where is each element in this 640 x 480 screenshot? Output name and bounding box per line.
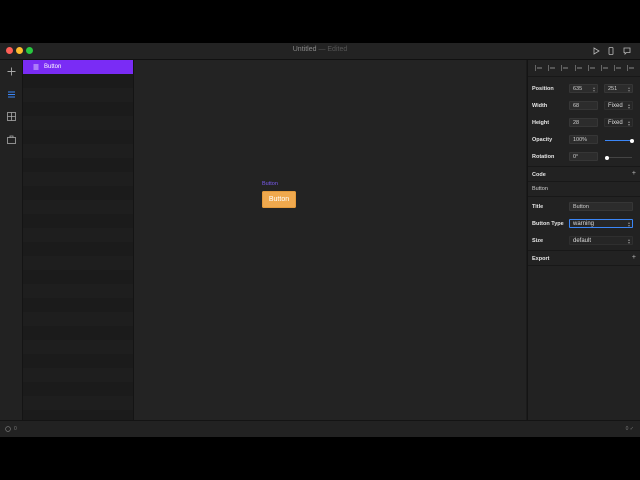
layers-panel: Button	[23, 60, 134, 420]
opacity-input[interactable]: 100%	[569, 135, 598, 144]
prop-size-select[interactable]: default ▴ ▾	[569, 236, 633, 245]
opacity-slider-handle[interactable]	[630, 138, 634, 143]
add-export-plus-icon[interactable]: +	[632, 254, 636, 261]
position-x-value: 635	[573, 85, 583, 92]
rotation-input[interactable]: 0°	[569, 152, 598, 161]
app-window: Untitled — Edited Button Button Button P…	[0, 43, 640, 437]
width-label: Width	[532, 103, 548, 109]
prop-type-label: Button Type	[532, 221, 564, 227]
divider	[528, 250, 640, 251]
title-bar: Untitled — Edited	[0, 43, 640, 60]
stepper-icon[interactable]: ▴ ▾	[628, 86, 630, 93]
height-mode-value: Fixed	[608, 119, 623, 126]
prop-size-label: Size	[532, 238, 544, 244]
position-label: Position	[532, 86, 554, 92]
width-mode-value: Fixed	[608, 102, 623, 109]
layer-item-label: Button	[44, 64, 62, 70]
opacity-label: Opacity	[532, 137, 553, 143]
design-canvas[interactable]: Button Button	[134, 60, 526, 420]
align-right-icon[interactable]	[561, 65, 569, 71]
align-middle-icon[interactable]	[588, 65, 596, 71]
warning-count: 0	[14, 426, 17, 432]
prop-title-value: Button	[573, 203, 589, 210]
position-y-value: 251	[608, 85, 618, 92]
code-section-label: Code	[532, 172, 546, 178]
error-count: 0	[625, 426, 629, 432]
comment-icon[interactable]	[621, 45, 633, 57]
component-name: Button	[532, 186, 548, 192]
window-title: Untitled — Edited	[0, 46, 640, 53]
stepper-icon[interactable]: ▴ ▾	[593, 86, 595, 93]
align-left-icon[interactable]	[535, 65, 543, 71]
warning-count-icon	[5, 426, 11, 432]
add-code-plus-icon[interactable]: +	[632, 170, 636, 177]
position-x-input[interactable]: 635 ▴ ▾	[569, 84, 598, 93]
opacity-slider[interactable]	[605, 138, 634, 143]
distribute-h-icon[interactable]	[614, 65, 622, 71]
rotation-label: Rotation	[532, 154, 555, 160]
plus-icon[interactable]	[5, 65, 17, 77]
height-label: Height	[532, 120, 550, 126]
check-icon: ✓	[629, 426, 634, 432]
distribute-v-icon[interactable]	[627, 65, 635, 71]
rotation-slider[interactable]	[605, 155, 632, 160]
align-center-h-icon[interactable]	[548, 65, 556, 71]
chevron-updown-icon: ▴ ▾	[627, 119, 630, 127]
chevron-updown-icon: ▴ ▾	[627, 102, 630, 110]
chevron-updown-icon: ▴ ▾	[627, 220, 630, 228]
height-value: 28	[573, 119, 580, 126]
layer-item-button[interactable]: Button	[23, 60, 133, 74]
status-left: 0	[5, 426, 17, 432]
rotation-slider-handle[interactable]	[605, 155, 609, 160]
canvas-button[interactable]: Button	[262, 191, 296, 208]
list-icon	[33, 64, 40, 71]
opacity-slider-fill	[605, 140, 632, 141]
document-name: Untitled	[292, 46, 317, 53]
width-input[interactable]: 68	[569, 101, 598, 110]
briefcase-icon[interactable]	[5, 133, 17, 145]
chevron-updown-icon: ▴ ▾	[627, 237, 630, 245]
phone-icon[interactable]	[605, 45, 617, 57]
prop-title-input[interactable]: Button	[569, 202, 633, 211]
play-icon[interactable]	[590, 45, 602, 57]
divider	[528, 265, 640, 266]
rotation-value: 0°	[573, 153, 579, 160]
left-toolbar	[0, 60, 23, 420]
component-label: Button	[262, 181, 278, 187]
prop-title-label: Title	[532, 204, 544, 210]
inspector-panel: Position 635 ▴ ▾ 251 ▴ ▾ Width 68 Fixed ▴ ▾…	[527, 60, 640, 420]
divider	[528, 166, 640, 167]
grid-icon[interactable]	[5, 110, 17, 122]
status-bar: 0 0 ✓	[0, 420, 640, 437]
width-mode-select[interactable]: Fixed ▴ ▾	[604, 101, 633, 110]
opacity-value: 100%	[573, 136, 588, 143]
align-top-icon[interactable]	[575, 65, 583, 71]
height-mode-select[interactable]: Fixed ▴ ▾	[604, 118, 633, 127]
status-right: 0 ✓	[626, 426, 634, 432]
align-toolbar	[528, 60, 640, 77]
export-section-label: Export	[532, 256, 550, 262]
height-input[interactable]: 28	[569, 118, 598, 127]
prop-type-value: warning	[573, 220, 595, 227]
position-y-input[interactable]: 251 ▴ ▾	[604, 84, 633, 93]
align-bottom-icon[interactable]	[601, 65, 609, 71]
divider	[528, 181, 640, 182]
prop-size-value: default	[573, 237, 592, 244]
edited-status: — Edited	[318, 46, 348, 53]
divider	[528, 196, 640, 197]
prop-type-select[interactable]: warning ▴ ▾	[569, 219, 633, 228]
layers-icon[interactable]	[5, 88, 17, 100]
width-value: 68	[573, 102, 580, 109]
